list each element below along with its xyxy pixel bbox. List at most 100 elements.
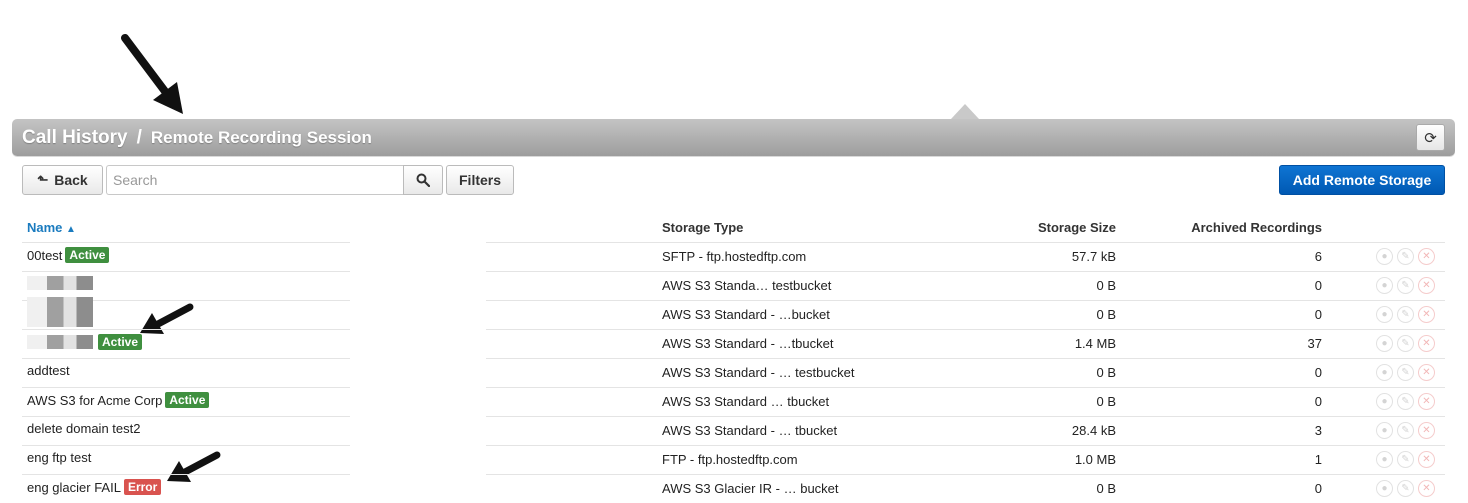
cell-name (27, 297, 95, 327)
edit-icon[interactable]: ✎ (1397, 393, 1414, 410)
search-group (106, 165, 443, 195)
view-icon[interactable]: ● (1376, 422, 1393, 439)
breadcrumb-current-page: Remote Recording Session (150, 127, 372, 147)
edit-icon[interactable]: ✎ (1397, 306, 1414, 323)
remote-storage-table: Name ▲ Storage Type Storage Size Archive… (22, 212, 1445, 503)
cell-archived-recordings: 1 (1314, 452, 1322, 467)
edit-icon[interactable]: ✎ (1397, 277, 1414, 294)
back-button[interactable]: ⬑ Back (22, 165, 103, 195)
view-icon[interactable]: ● (1376, 480, 1393, 497)
row-divider (486, 300, 1445, 301)
cell-archived-recordings: 6 (1314, 249, 1322, 264)
table-row[interactable]: Active AWS S3 Standard - …tbucket 1.4 MB… (22, 329, 1445, 358)
table-row[interactable]: delete domain test2 AWS S3 Standard - … … (22, 416, 1445, 445)
magnifier-icon (416, 173, 430, 187)
edit-icon[interactable]: ✎ (1397, 335, 1414, 352)
cell-name: addtest (27, 363, 70, 378)
edit-icon[interactable]: ✎ (1397, 480, 1414, 497)
cell-archived-recordings: 0 (1314, 365, 1322, 380)
row-divider (22, 387, 350, 388)
add-remote-storage-button[interactable]: Add Remote Storage (1279, 165, 1445, 195)
delete-icon[interactable]: ✕ (1418, 451, 1435, 468)
row-name[interactable]: 00test (27, 248, 62, 263)
refresh-button[interactable]: ⟳ (1416, 124, 1445, 151)
view-icon[interactable]: ● (1376, 306, 1393, 323)
status-badge: Active (165, 392, 210, 408)
filters-button[interactable]: Filters (446, 165, 514, 195)
cell-archived-recordings: 0 (1314, 394, 1322, 409)
view-icon[interactable]: ● (1376, 393, 1393, 410)
row-actions: ● ✎ ✕ (1376, 277, 1435, 294)
row-divider (486, 474, 1445, 475)
view-icon[interactable]: ● (1376, 277, 1393, 294)
row-actions: ● ✎ ✕ (1376, 393, 1435, 410)
delete-icon[interactable]: ✕ (1418, 306, 1435, 323)
annotation-arrow-title (121, 34, 183, 114)
cell-storage-type: AWS S3 Standard - … testbucket (662, 365, 855, 380)
breadcrumb-call-history[interactable]: Call History (22, 127, 128, 149)
delete-icon[interactable]: ✕ (1418, 480, 1435, 497)
cell-storage-size: 57.7 kB (1071, 249, 1116, 264)
row-divider (486, 445, 1445, 446)
search-button[interactable] (403, 165, 443, 195)
cell-storage-size: 0 B (1096, 365, 1116, 380)
row-divider (486, 358, 1445, 359)
delete-icon[interactable]: ✕ (1418, 248, 1435, 265)
row-name[interactable]: eng glacier FAIL (27, 480, 121, 495)
row-divider (22, 271, 350, 272)
row-divider (486, 242, 1445, 243)
edit-icon[interactable]: ✎ (1397, 248, 1414, 265)
table-row[interactable]: AWS S3 for Acme Corp Active AWS S3 Standa… (22, 387, 1445, 416)
cell-name (27, 276, 95, 290)
toolbar: ⬑ Back Filters (22, 165, 514, 195)
edit-icon[interactable]: ✎ (1397, 451, 1414, 468)
cell-storage-type: AWS S3 Standard - … tbucket (662, 423, 838, 438)
view-icon[interactable]: ● (1376, 451, 1393, 468)
search-input[interactable] (106, 165, 403, 195)
row-actions: ● ✎ ✕ (1376, 248, 1435, 265)
delete-icon[interactable]: ✕ (1418, 364, 1435, 381)
redacted-name (27, 297, 93, 327)
delete-icon[interactable]: ✕ (1418, 422, 1435, 439)
row-divider (22, 474, 350, 475)
popover-notch (951, 104, 979, 119)
row-actions: ● ✎ ✕ (1376, 335, 1435, 352)
table-row[interactable]: eng glacier FAIL Error AWS S3 Glacier IR … (22, 474, 1445, 503)
redacted-name (27, 335, 93, 349)
row-divider (22, 358, 350, 359)
edit-icon[interactable]: ✎ (1397, 364, 1414, 381)
delete-icon[interactable]: ✕ (1418, 393, 1435, 410)
view-icon[interactable]: ● (1376, 335, 1393, 352)
row-name[interactable]: delete domain test2 (27, 421, 140, 436)
cell-archived-recordings: 0 (1314, 278, 1322, 293)
table-row[interactable]: 00test Active SFTP - ftp.hostedftp.com 57… (22, 242, 1445, 271)
table-row[interactable]: AWS S3 Standard - …bucket 0 B 0 ● ✎ ✕ (22, 297, 1445, 329)
row-name[interactable]: addtest (27, 363, 70, 378)
column-header-name[interactable]: Name ▲ (27, 220, 76, 235)
delete-icon[interactable]: ✕ (1418, 335, 1435, 352)
cell-storage-type: AWS S3 Glacier IR - … bucket (662, 481, 839, 496)
row-divider (486, 416, 1445, 417)
row-divider (22, 329, 350, 330)
row-name[interactable]: AWS S3 for Acme Corp (27, 393, 162, 408)
status-badge: Error (123, 479, 162, 495)
delete-icon[interactable]: ✕ (1418, 277, 1435, 294)
row-actions: ● ✎ ✕ (1376, 451, 1435, 468)
view-icon[interactable]: ● (1376, 364, 1393, 381)
cell-storage-size: 1.4 MB (1074, 336, 1116, 351)
column-header-name-label: Name (27, 220, 63, 235)
table-row[interactable]: addtest AWS S3 Standard - … testbucket 0… (22, 358, 1445, 387)
table-row[interactable]: AWS S3 Standa… testbucket 0 B 0 ● ✎ ✕ (22, 271, 1445, 300)
edit-icon[interactable]: ✎ (1397, 422, 1414, 439)
refresh-icon: ⟳ (1424, 129, 1437, 147)
view-icon[interactable]: ● (1376, 248, 1393, 265)
cell-archived-recordings: 3 (1314, 423, 1322, 438)
cell-archived-recordings: 37 (1307, 336, 1322, 351)
cell-name: delete domain test2 (27, 421, 140, 436)
back-button-label: Back (54, 172, 88, 188)
table-row[interactable]: eng ftp test FTP - ftp.hostedftp.com 1.0… (22, 445, 1445, 474)
cell-name: AWS S3 for Acme Corp Active (27, 392, 210, 408)
cell-storage-size: 28.4 kB (1071, 423, 1116, 438)
row-name[interactable]: eng ftp test (27, 450, 91, 465)
redacted-name (27, 276, 93, 290)
